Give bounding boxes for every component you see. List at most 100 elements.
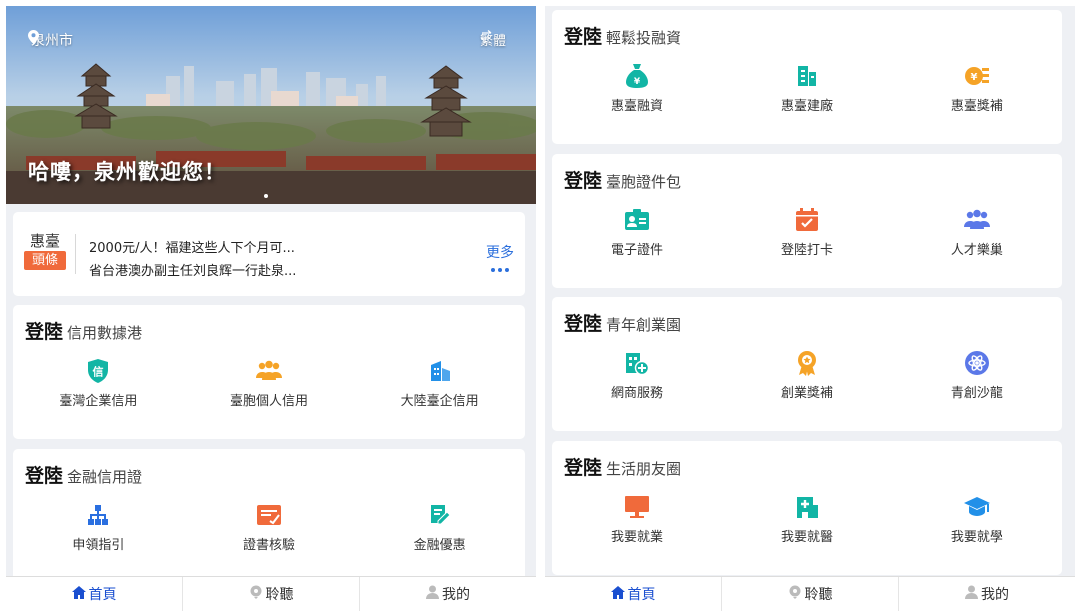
welcome-text: 哈嘍，泉州歡迎您！ bbox=[28, 160, 226, 184]
item-financing[interactable]: ¥ 惠臺融資 bbox=[552, 62, 722, 114]
user-icon bbox=[965, 585, 978, 603]
item-education[interactable]: 我要就學 bbox=[892, 493, 1062, 545]
section-name: 生活朋友圈 bbox=[606, 460, 682, 478]
tab-listen[interactable]: 聆聽 bbox=[182, 577, 359, 611]
item-subsidy[interactable]: ¥ 惠臺獎補 bbox=[892, 62, 1062, 114]
carousel-indicator bbox=[264, 194, 268, 198]
section-youth-startup: 登陸 青年創業園 網商服務 創業獎補 青創沙龍 bbox=[552, 297, 1062, 431]
item-label: 金融優惠 bbox=[413, 538, 466, 553]
item-electronic-id[interactable]: 電子證件 bbox=[552, 206, 722, 258]
item-factory-building[interactable]: 惠臺建廠 bbox=[722, 62, 892, 114]
section-items: 信 臺灣企業信用 臺胞個人信用 大陸臺企信用 bbox=[13, 357, 525, 409]
people-group-icon bbox=[963, 206, 991, 234]
item-label: 臺灣企業信用 bbox=[59, 394, 138, 409]
svg-text:¥: ¥ bbox=[634, 77, 641, 87]
tab-mine[interactable]: 我的 bbox=[898, 577, 1075, 611]
money-bag-icon: ¥ bbox=[623, 62, 651, 90]
right-screen: 登陸 輕鬆投融資 ¥ 惠臺融資 惠臺建廠 ¥ 惠臺獎補 登陸 臺胞證件包 電子證… bbox=[545, 6, 1075, 611]
section-title: 登陸 臺胞證件包 bbox=[564, 166, 681, 193]
people-group-icon bbox=[255, 357, 283, 385]
section-compatriot-documents: 登陸 臺胞證件包 電子證件 登陸打卡 人才樂巢 bbox=[552, 154, 1062, 288]
item-label: 登陸打卡 bbox=[780, 243, 833, 258]
item-certificate-verify[interactable]: 證書核驗 bbox=[184, 501, 355, 553]
shield-xin-icon: 信 bbox=[84, 357, 112, 385]
section-prefix: 登陸 bbox=[564, 313, 603, 335]
item-label: 創業獎補 bbox=[780, 386, 833, 401]
section-finance-credit: 登陸 金融信用證 申領指引 證書核驗 金融優惠 bbox=[13, 449, 525, 583]
item-medical[interactable]: 我要就醫 bbox=[722, 493, 892, 545]
section-investment-financing: 登陸 輕鬆投融資 ¥ 惠臺融資 惠臺建廠 ¥ 惠臺獎補 bbox=[552, 10, 1062, 144]
left-screen: 泉州市 繁體 哈嘍，泉州歡迎您！ 惠臺 頭條 2000元/人！福建这些人下个月可… bbox=[6, 6, 536, 611]
edit-doc-icon bbox=[426, 501, 454, 529]
location-selector[interactable]: 泉州市 bbox=[28, 30, 73, 50]
news-card[interactable]: 惠臺 頭條 2000元/人！福建这些人下个月可... 省台港澳办副主任刘良辉一行… bbox=[13, 212, 525, 296]
home-icon bbox=[610, 585, 625, 603]
section-name: 青年創業園 bbox=[606, 316, 682, 334]
section-items: 我要就業 我要就醫 我要就學 bbox=[552, 493, 1062, 545]
section-prefix: 登陸 bbox=[564, 457, 603, 479]
item-mainland-taiwan-enterprise-credit[interactable]: 大陸臺企信用 bbox=[354, 357, 525, 409]
news-line-1[interactable]: 2000元/人！福建这些人下个月可... bbox=[89, 237, 296, 260]
item-youth-salon[interactable]: 青創沙龍 bbox=[892, 349, 1062, 401]
factory-building-icon bbox=[793, 62, 821, 90]
section-title: 登陸 輕鬆投融資 bbox=[564, 22, 681, 49]
item-talent-nest[interactable]: 人才樂巢 bbox=[892, 206, 1062, 258]
more-dots-icon bbox=[486, 268, 514, 272]
section-title: 登陸 金融信用證 bbox=[25, 461, 142, 488]
item-compatriot-personal-credit[interactable]: 臺胞個人信用 bbox=[184, 357, 355, 409]
item-application-guide[interactable]: 申領指引 bbox=[13, 501, 184, 553]
item-label: 證書核驗 bbox=[242, 538, 295, 553]
item-label: 青創沙龍 bbox=[950, 386, 1003, 401]
news-brand: 惠臺 頭條 bbox=[24, 232, 66, 270]
shop-plus-icon bbox=[623, 349, 651, 377]
item-ecommerce-service[interactable]: 網商服務 bbox=[552, 349, 722, 401]
tab-listen[interactable]: 聆聽 bbox=[721, 577, 898, 611]
section-prefix: 登陸 bbox=[25, 465, 64, 487]
section-name: 臺胞證件包 bbox=[606, 173, 682, 191]
news-divider bbox=[75, 234, 76, 274]
news-brand-top: 惠臺 bbox=[29, 232, 60, 250]
news-brand-bottom: 頭條 bbox=[24, 251, 66, 270]
section-items: 電子證件 登陸打卡 人才樂巢 bbox=[552, 206, 1062, 258]
section-prefix: 登陸 bbox=[564, 26, 603, 48]
tab-home[interactable]: 首頁 bbox=[545, 577, 721, 611]
item-finance-discount[interactable]: 金融優惠 bbox=[354, 501, 525, 553]
hero-banner[interactable]: 泉州市 繁體 哈嘍，泉州歡迎您！ bbox=[6, 6, 536, 204]
org-chart-icon bbox=[84, 501, 112, 529]
item-employment[interactable]: 我要就業 bbox=[552, 493, 722, 545]
tab-home[interactable]: 首頁 bbox=[6, 577, 182, 611]
section-name: 信用數據港 bbox=[67, 324, 143, 342]
hospital-icon bbox=[793, 493, 821, 521]
section-prefix: 登陸 bbox=[25, 321, 64, 343]
section-title: 登陸 青年創業園 bbox=[564, 309, 681, 336]
item-taiwan-enterprise-credit[interactable]: 信 臺灣企業信用 bbox=[13, 357, 184, 409]
tab-mine[interactable]: 我的 bbox=[359, 577, 536, 611]
tab-mine-label: 我的 bbox=[442, 587, 470, 603]
monitor-icon bbox=[623, 493, 651, 521]
svg-text:¥: ¥ bbox=[970, 72, 977, 83]
item-label: 惠臺建廠 bbox=[780, 99, 833, 114]
more-label: 更多 bbox=[486, 245, 514, 261]
home-icon bbox=[71, 585, 86, 603]
item-startup-subsidy[interactable]: 創業獎補 bbox=[722, 349, 892, 401]
item-label: 申領指引 bbox=[72, 538, 125, 553]
item-label: 惠臺融資 bbox=[610, 99, 663, 114]
section-credit-data: 登陸 信用數據港 信 臺灣企業信用 臺胞個人信用 大陸臺企信用 bbox=[13, 305, 525, 439]
item-label: 我要就業 bbox=[610, 530, 663, 545]
item-label: 我要就學 bbox=[950, 530, 1003, 545]
medal-icon bbox=[793, 349, 821, 377]
language-switch[interactable]: 繁體 bbox=[480, 30, 510, 49]
tab-listen-label: 聆聽 bbox=[804, 587, 833, 603]
user-icon bbox=[426, 585, 439, 603]
certificate-icon bbox=[255, 501, 283, 529]
more-button[interactable]: 更多 bbox=[486, 242, 514, 272]
section-prefix: 登陸 bbox=[564, 170, 603, 192]
news-line-2[interactable]: 省台港澳办副主任刘良辉一行赴泉... bbox=[89, 260, 296, 283]
building-icon bbox=[426, 357, 454, 385]
section-name: 金融信用證 bbox=[67, 468, 143, 486]
item-check-in[interactable]: 登陸打卡 bbox=[722, 206, 892, 258]
item-label: 人才樂巢 bbox=[950, 243, 1003, 258]
item-label: 大陸臺企信用 bbox=[400, 394, 479, 409]
section-title: 登陸 信用數據港 bbox=[25, 317, 142, 344]
tab-home-label: 首頁 bbox=[627, 587, 656, 603]
